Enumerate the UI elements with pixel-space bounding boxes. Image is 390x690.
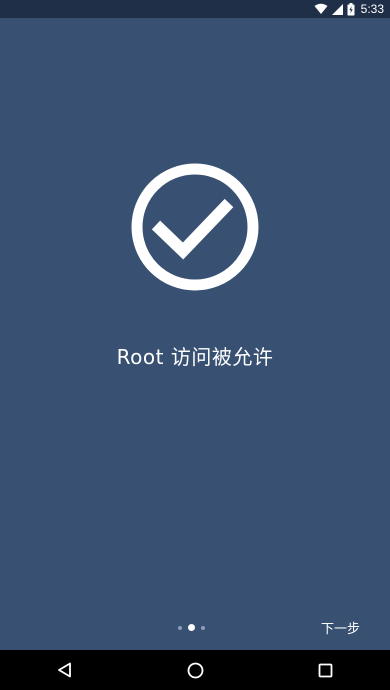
status-icons: 5:33 [314, 2, 390, 16]
signal-icon [331, 3, 343, 15]
pager-dot [201, 625, 205, 630]
page-title: Root 访问被允许 [116, 345, 274, 369]
home-icon [187, 662, 203, 678]
wifi-icon [314, 3, 328, 15]
pager-dot-active [188, 624, 195, 631]
battery-charging-icon [347, 2, 355, 16]
pager-indicator [178, 624, 205, 631]
back-button[interactable] [45, 650, 85, 690]
app-screen: Root 访问被允许 下一步 [0, 18, 390, 650]
pager-dot [178, 625, 182, 630]
clock: 5:33 [360, 2, 384, 16]
recents-icon [318, 663, 332, 677]
navigation-bar [0, 650, 390, 690]
home-button[interactable] [175, 650, 215, 690]
check-circle-icon [131, 163, 259, 291]
status-bar: 5:33 [0, 0, 390, 18]
next-button[interactable]: 下一步 [321, 618, 360, 637]
back-icon [58, 662, 71, 678]
recents-button[interactable] [305, 650, 345, 690]
